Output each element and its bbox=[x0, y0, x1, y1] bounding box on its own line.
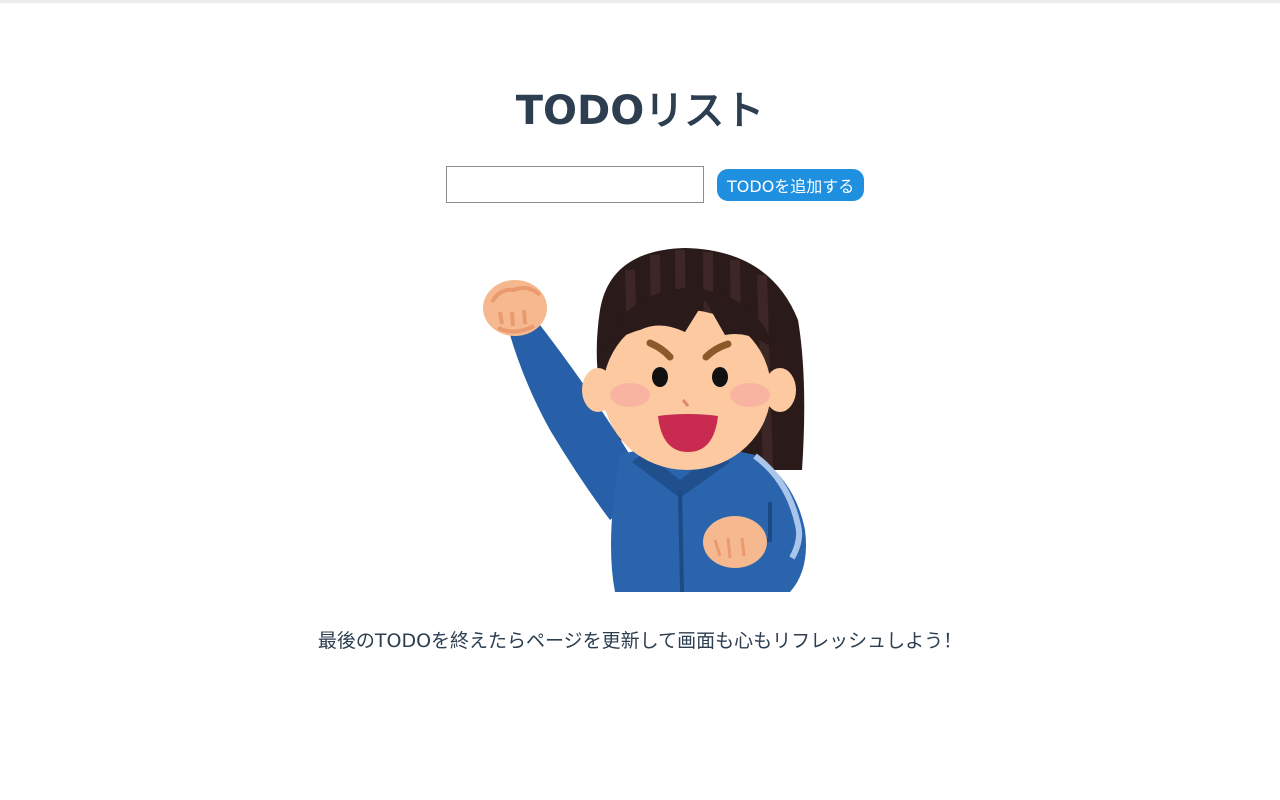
todo-page: TODOリスト TODOを追加する 最後のTODOを終えたらページを更新して画面… bbox=[0, 0, 1280, 800]
cheering-girl-icon bbox=[483, 248, 806, 593]
cheering-girl-illustration bbox=[470, 240, 820, 600]
page-title: TODOリスト bbox=[515, 88, 765, 134]
refresh-message: 最後のTODOを終えたらページを更新して画面も心もリフレッシュしよう！ bbox=[317, 630, 963, 652]
top-divider bbox=[0, 0, 1280, 3]
todo-input[interactable] bbox=[446, 166, 704, 203]
add-todo-button[interactable]: TODOを追加する bbox=[717, 168, 865, 201]
add-todo-form: TODOを追加する bbox=[446, 166, 865, 203]
chest-fist bbox=[703, 516, 767, 568]
zipper bbox=[678, 489, 684, 593]
raised-fist bbox=[483, 280, 547, 336]
